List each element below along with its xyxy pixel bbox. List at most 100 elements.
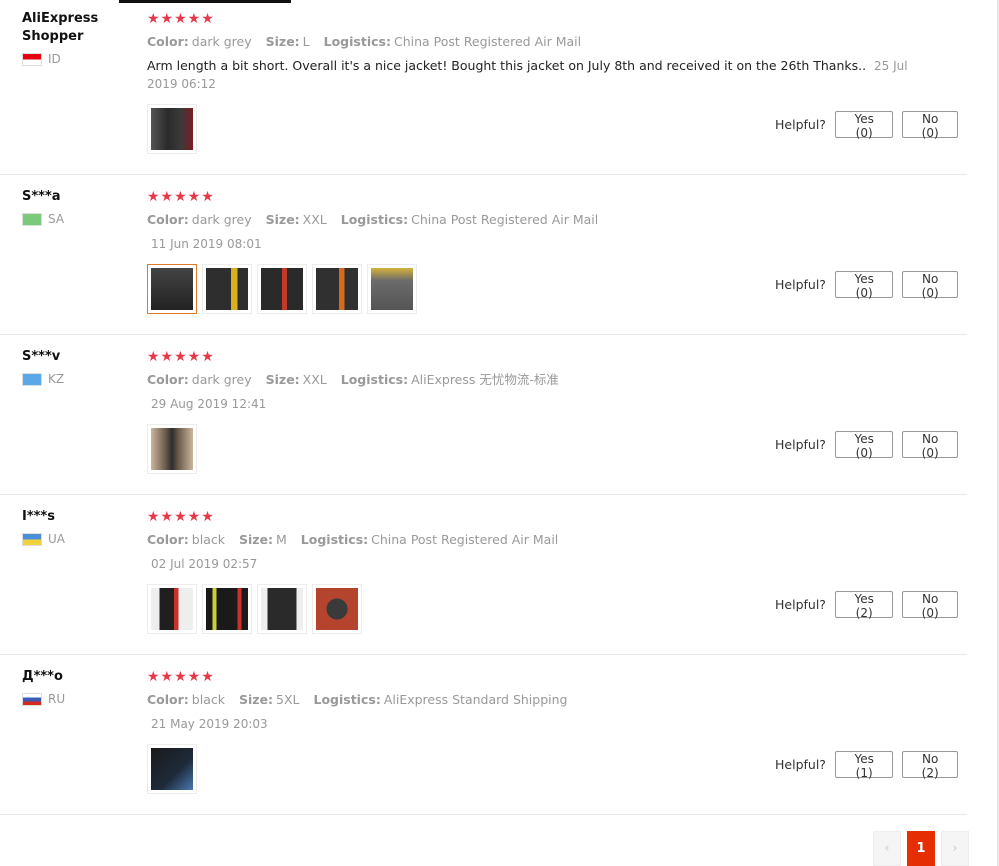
review-photo-thumb[interactable] xyxy=(147,104,197,154)
order-properties: Color: dark grey Size: XXL Logistics: China… xyxy=(147,211,937,229)
size-value: L xyxy=(302,34,310,49)
reviewer-name: S***v xyxy=(22,349,61,364)
star-rating: ★★★★★ xyxy=(147,189,215,205)
color-value: dark grey xyxy=(191,34,252,49)
review-photo-thumb[interactable] xyxy=(312,264,362,314)
review-photo-thumb[interactable] xyxy=(147,744,197,794)
color-label: Color: xyxy=(147,532,189,547)
helpful-label: Helpful? xyxy=(775,117,826,132)
reviewer-country: UA xyxy=(22,532,132,546)
color-label: Color: xyxy=(147,34,189,49)
helpful-no-button[interactable]: No (0) xyxy=(902,111,958,140)
logistics-value: AliExpress Standard Shipping xyxy=(383,692,568,707)
review-photos xyxy=(147,104,202,154)
review-content: ★★★★★ Color: dark grey Size: XXL Logistics… xyxy=(147,188,937,253)
helpful-no-button[interactable]: No (0) xyxy=(902,271,958,300)
color-value: dark grey xyxy=(191,212,252,227)
size-value: M xyxy=(276,532,287,547)
country-code: RU xyxy=(48,692,66,706)
review-photo-thumb[interactable] xyxy=(257,584,307,634)
review-photos xyxy=(147,584,367,634)
color-label: Color: xyxy=(147,212,189,227)
reviewer-name: AliExpress Shopper xyxy=(22,11,99,44)
current-page-button[interactable]: 1 xyxy=(907,831,935,866)
logistics-value: China Post Registered Air Mail xyxy=(393,34,582,49)
helpful-label: Helpful? xyxy=(775,757,826,772)
country-code: KZ xyxy=(48,372,65,386)
reviewer-country: ID xyxy=(22,52,132,66)
star-rating: ★★★★★ xyxy=(147,11,215,27)
review-photos xyxy=(147,744,202,794)
next-page-button[interactable]: › xyxy=(941,831,969,866)
color-value: dark grey xyxy=(191,372,252,387)
review-photo-thumb[interactable] xyxy=(147,584,197,634)
review-photos xyxy=(147,264,422,314)
review-content: ★★★★★ Color: dark grey Size: XXL Logistics… xyxy=(147,348,937,413)
flag-icon xyxy=(22,372,42,386)
previous-page-button[interactable]: ‹ xyxy=(873,831,901,866)
helpful-label: Helpful? xyxy=(775,277,826,292)
helpful-vote: Helpful? Yes (0) No (0) xyxy=(775,111,967,140)
review-photo-thumb[interactable] xyxy=(202,584,252,634)
color-value: black xyxy=(191,692,225,707)
helpful-yes-button[interactable]: Yes (1) xyxy=(834,751,894,780)
order-properties: Color: dark grey Size: L Logistics: China P… xyxy=(147,33,937,51)
size-value: 5XL xyxy=(276,692,300,707)
logistics-label: Logistics: xyxy=(340,372,409,387)
reviewer-country: KZ xyxy=(22,372,132,386)
helpful-yes-button[interactable]: Yes (0) xyxy=(834,431,894,460)
size-label: Size: xyxy=(238,532,274,547)
reviewer-name: S***a xyxy=(22,189,61,204)
review-photos xyxy=(147,424,202,474)
flag-icon xyxy=(22,52,42,66)
country-code: SA xyxy=(48,212,65,226)
color-value: black xyxy=(191,532,225,547)
helpful-no-button[interactable]: No (0) xyxy=(902,431,958,460)
helpful-vote: Helpful? Yes (1) No (2) xyxy=(775,751,967,780)
flag-icon xyxy=(22,692,42,706)
review-photo-thumb[interactable] xyxy=(257,264,307,314)
order-properties: Color: dark grey Size: XXL Logistics: AliEx… xyxy=(147,371,937,389)
logistics-label: Logistics: xyxy=(340,212,409,227)
review-item: Д***о RU ★★★★★ Color: black Size: 5XL Logi… xyxy=(0,658,967,815)
review-content: ★★★★★ Color: black Size: M Logistics: China… xyxy=(147,508,937,573)
size-label: Size: xyxy=(265,212,300,227)
size-label: Size: xyxy=(265,34,300,49)
helpful-no-button[interactable]: No (2) xyxy=(902,751,958,780)
flag-icon xyxy=(22,532,42,546)
review-date: 02 Jul 2019 02:57 xyxy=(151,557,258,571)
review-date: 21 May 2019 20:03 xyxy=(151,717,268,731)
logistics-value: AliExpress 无忧物流-标准 xyxy=(411,372,559,387)
reviewer-info: AliExpress Shopper ID xyxy=(22,10,132,66)
star-rating: ★★★★★ xyxy=(147,669,215,685)
review-photo-thumb[interactable] xyxy=(147,264,197,314)
logistics-value: China Post Registered Air Mail xyxy=(411,212,599,227)
review-item: S***v KZ ★★★★★ Color: dark grey Size: XXL … xyxy=(0,338,967,495)
reviewer-info: Д***о RU xyxy=(22,668,132,706)
review-photo-thumb[interactable] xyxy=(367,264,417,314)
review-text: Arm length a bit short. Overall it's a n… xyxy=(147,58,867,73)
review-photo-thumb[interactable] xyxy=(312,584,362,634)
review-item: I***s UA ★★★★★ Color: black Size: M Logist… xyxy=(0,498,967,655)
helpful-vote: Helpful? Yes (0) No (0) xyxy=(775,271,967,300)
review-content: ★★★★★ Color: dark grey Size: L Logistics: C… xyxy=(147,10,937,93)
helpful-vote: Helpful? Yes (0) No (0) xyxy=(775,431,967,460)
size-value: XXL xyxy=(302,372,327,387)
helpful-label: Helpful? xyxy=(775,437,826,452)
helpful-no-button[interactable]: No (0) xyxy=(902,591,958,620)
review-item: S***a SA ★★★★★ Color: dark grey Size: XXL … xyxy=(0,178,967,335)
country-code: ID xyxy=(48,52,61,66)
reviewer-country: RU xyxy=(22,692,132,706)
helpful-yes-button[interactable]: Yes (2) xyxy=(834,591,894,620)
review-date: 29 Aug 2019 12:41 xyxy=(151,397,267,411)
star-rating: ★★★★★ xyxy=(147,349,215,365)
order-properties: Color: black Size: 5XL Logistics: AliExpres… xyxy=(147,691,937,709)
helpful-yes-button[interactable]: Yes (0) xyxy=(834,111,894,140)
color-label: Color: xyxy=(147,692,189,707)
reviewer-name: I***s xyxy=(22,509,55,524)
order-properties: Color: black Size: M Logistics: China Post … xyxy=(147,531,937,549)
review-photo-thumb[interactable] xyxy=(147,424,197,474)
review-date: 11 Jun 2019 08:01 xyxy=(151,237,262,251)
helpful-yes-button[interactable]: Yes (0) xyxy=(834,271,894,300)
review-photo-thumb[interactable] xyxy=(202,264,252,314)
